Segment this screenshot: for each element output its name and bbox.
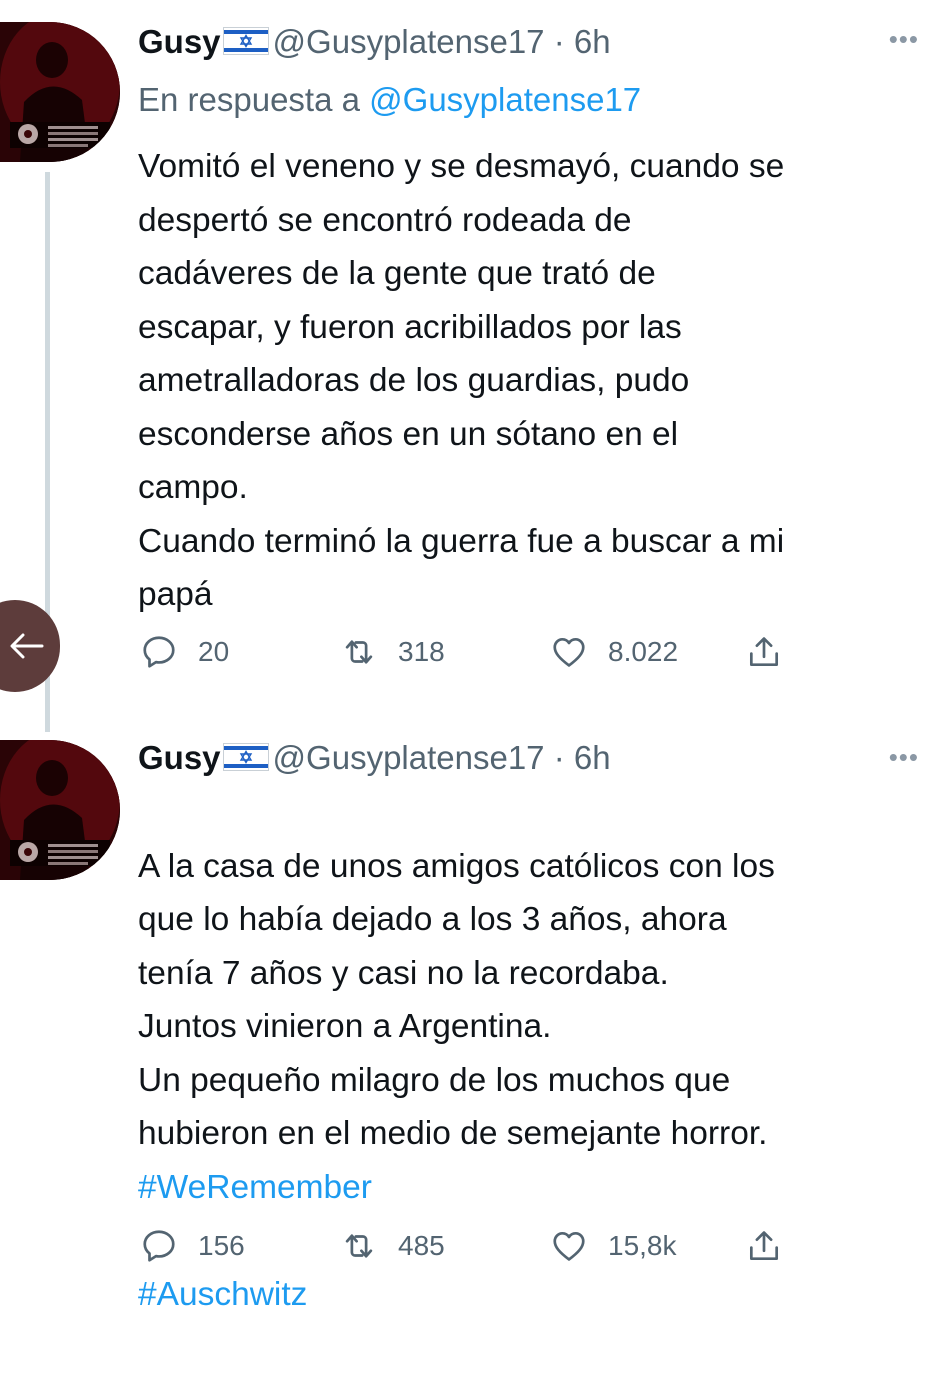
israel-flag-icon (223, 743, 269, 771)
retweet-icon (345, 1234, 373, 1258)
timestamp[interactable]: · 6h (554, 23, 611, 60)
hashtag-link[interactable]: #Auschwitz (138, 1268, 928, 1322)
like-button[interactable]: 8.022 (550, 630, 678, 674)
like-count: 15,8k (608, 1230, 677, 1261)
reply-count: 156 (198, 1230, 245, 1261)
reply-icon (143, 1230, 175, 1262)
more-options-icon[interactable]: ••• (889, 742, 919, 773)
retweet-count: 318 (398, 636, 445, 667)
reply-count: 20 (198, 636, 230, 667)
tweet-header: Gusy @Gusyplatense17 · 6h (138, 22, 611, 62)
heart-icon (553, 1231, 585, 1261)
retweet-button[interactable]: 318 (340, 630, 445, 674)
arrow-left-icon (10, 633, 44, 659)
hashtag-link[interactable]: #WeRemember (138, 1161, 928, 1215)
tweet-actions: 20 318 8.022 (140, 630, 800, 674)
reply-prefix: En respuesta a (138, 81, 370, 118)
tweet-text: Vomitó el veneno y se desmayó, cuando se… (138, 148, 785, 613)
share-button[interactable] (745, 630, 783, 674)
avatar[interactable] (0, 22, 120, 162)
timestamp[interactable]: · 6h (554, 739, 611, 776)
more-options-icon[interactable]: ••• (889, 24, 919, 55)
like-count: 8.022 (608, 636, 679, 667)
author-name[interactable]: Gusy (138, 23, 221, 60)
back-button[interactable] (0, 600, 60, 692)
tweet-actions: 156 485 15,8k (140, 1224, 800, 1268)
reply-button[interactable]: 20 (140, 630, 229, 674)
share-button[interactable] (745, 1224, 783, 1268)
share-icon (749, 637, 779, 667)
reply-button[interactable]: 156 (140, 1224, 245, 1268)
tweet-text-content: A la casa de unos amigos católicos con l… (138, 847, 775, 1153)
author-name[interactable]: Gusy (138, 739, 221, 776)
like-button[interactable]: 15,8k (550, 1224, 677, 1268)
retweet-icon (345, 640, 373, 664)
israel-flag-icon (223, 27, 269, 55)
author-handle[interactable]: @Gusyplatense17 (273, 23, 545, 60)
retweet-count: 485 (398, 1230, 445, 1261)
reply-mention-link[interactable]: @Gusyplatense17 (369, 81, 641, 118)
tweet-text: A la casa de unos amigos católicos con l… (138, 786, 928, 1375)
share-icon (749, 1231, 779, 1261)
author-handle[interactable]: @Gusyplatense17 (273, 739, 545, 776)
tweet-header: Gusy @Gusyplatense17 · 6h (138, 738, 611, 778)
retweet-button[interactable]: 485 (340, 1224, 445, 1268)
reply-context: En respuesta a @Gusyplatense17 (138, 80, 641, 120)
avatar[interactable] (0, 740, 120, 880)
heart-icon (553, 637, 585, 667)
reply-icon (143, 636, 175, 668)
